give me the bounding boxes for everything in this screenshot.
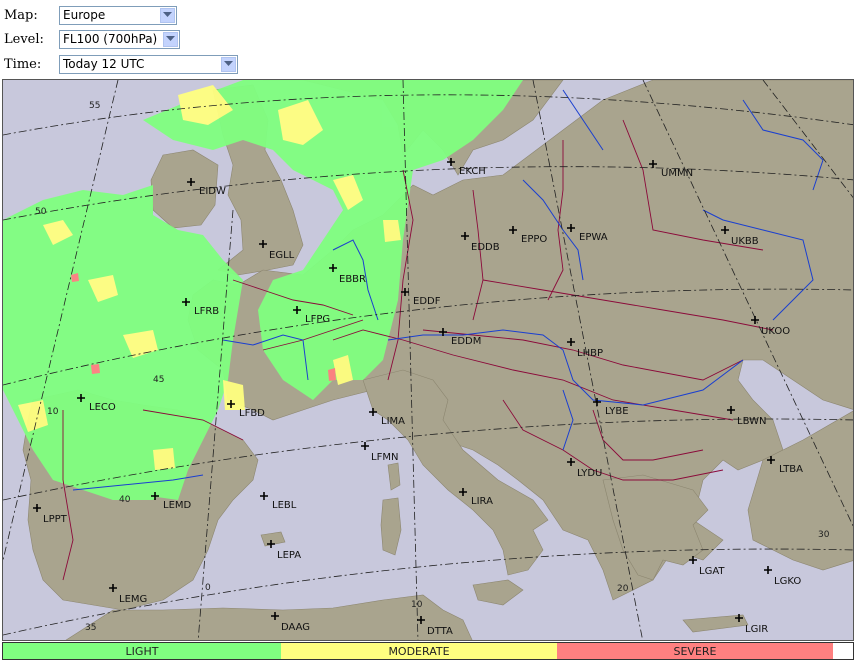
station-label: LEPA [277, 550, 301, 561]
station-label: EDDB [471, 242, 500, 253]
legend-severe: SEVERE [557, 643, 833, 659]
grid-label: 55 [89, 101, 100, 111]
station-label: UKOO [761, 326, 790, 337]
legend-light-label: LIGHT [125, 644, 159, 658]
time-select[interactable]: Today 12 UTC [59, 54, 238, 74]
map-select-value: Europe [63, 8, 106, 22]
legend-moderate: MODERATE [281, 643, 557, 659]
map-select[interactable]: Europe [59, 5, 177, 25]
station-label: EDDF [413, 296, 441, 307]
map-label: Map: [4, 7, 38, 23]
station-label: EKCH [459, 166, 486, 177]
station-label: LGAT [699, 566, 725, 577]
station-label: LFPG [305, 314, 330, 325]
station-label: DTTA [427, 626, 453, 637]
chevron-down-icon[interactable] [163, 31, 178, 47]
station-label: LEBL [272, 500, 297, 511]
station-label: LFBD [239, 408, 265, 419]
station-label: LEMD [163, 500, 192, 511]
level-select[interactable]: FL100 (700hPa) [59, 29, 180, 49]
station-label: LFMN [371, 452, 398, 463]
legend-light: LIGHT [3, 643, 281, 659]
legend-spacer [833, 643, 853, 659]
station-label: LECO [89, 402, 116, 413]
grid-label: 50 [35, 207, 47, 217]
station-label: LIRA [471, 496, 493, 507]
legend-severe-label: SEVERE [673, 644, 717, 658]
grid-label: 10 [411, 600, 423, 610]
station-label: LIMA [381, 416, 405, 427]
intensity-legend: LIGHT MODERATE SEVERE [2, 642, 854, 660]
level-select-value: FL100 (700hPa) [63, 32, 158, 46]
chevron-down-icon[interactable] [221, 56, 236, 72]
chevron-down-icon[interactable] [160, 7, 175, 23]
grid-label: 45 [153, 375, 164, 385]
turbulence-map[interactable]: 55 50 45 10 40 0 10 20 30 35 EIDW EGLL EBBR EKCH EDDB… [2, 79, 854, 641]
station-label: LHBP [577, 348, 603, 359]
station-label: EPPO [521, 234, 547, 245]
station-label: LPPT [43, 514, 68, 525]
station-label: EGLL [269, 250, 295, 261]
grid-label: 10 [47, 407, 59, 417]
station-label: LYDU [577, 468, 602, 479]
station-label: LYBE [605, 406, 629, 417]
grid-label: 30 [818, 530, 830, 540]
grid-label: 0 [205, 583, 211, 593]
station-label: EIDW [199, 186, 226, 197]
station-label: LEMG [119, 594, 147, 605]
station-label: EDDM [451, 336, 481, 347]
time-select-value: Today 12 UTC [63, 57, 145, 71]
grid-label: 20 [617, 584, 629, 594]
station-label: LGKO [774, 576, 801, 587]
grid-label: 40 [119, 495, 131, 505]
station-label: UKBB [731, 236, 759, 247]
time-label: Time: [4, 56, 42, 72]
level-label: Level: [4, 31, 44, 47]
station-label: DAAG [281, 622, 310, 633]
station-label: LTBA [779, 464, 803, 475]
station-label: EBBR [339, 274, 366, 285]
station-label: LFRB [194, 306, 219, 317]
grid-label: 35 [85, 623, 96, 633]
station-label: UMMN [661, 168, 693, 179]
station-label: LBWN [737, 416, 766, 427]
station-label: EPWA [579, 232, 608, 243]
station-label: LGIR [745, 624, 768, 635]
legend-moderate-label: MODERATE [388, 644, 450, 658]
